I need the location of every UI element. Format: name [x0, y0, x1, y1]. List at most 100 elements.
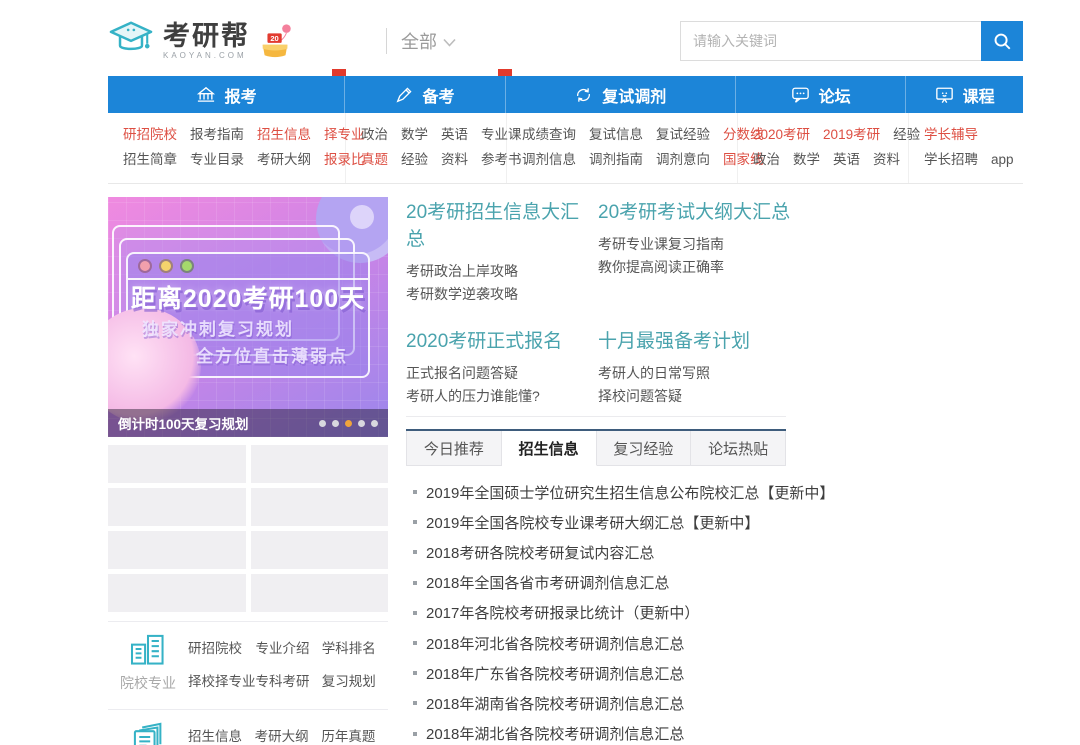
submenu-link[interactable]: 调剂指南	[589, 152, 643, 167]
submenu-link[interactable]: 真题	[361, 152, 388, 167]
category-link[interactable]: 招生信息	[188, 725, 255, 745]
submenu-link[interactable]: 招生简章	[123, 152, 177, 167]
submenu-link[interactable]: 研招院校	[123, 127, 177, 142]
carousel-dot[interactable]	[319, 420, 326, 427]
feature-link[interactable]: 正式报名问题答疑	[406, 362, 598, 385]
feature-title[interactable]: 2020考研正式报名	[406, 326, 598, 353]
submenu-link[interactable]: 政治	[753, 152, 780, 167]
screen-icon	[935, 86, 954, 104]
submenu-link[interactable]: 英语	[833, 152, 860, 167]
bullet-icon	[413, 520, 417, 524]
submenu-link[interactable]: 成绩查询	[522, 127, 576, 142]
tab-forum-hot[interactable]: 论坛热贴	[691, 431, 786, 466]
news-item[interactable]: 2017年各院校考研报录比统计（更新中）	[406, 598, 1023, 628]
window-titlebar	[128, 254, 368, 280]
submenu-forum: 2020考研2019考研经验 政治数学英语资料	[738, 113, 909, 183]
submenu-link[interactable]: app	[991, 152, 1014, 167]
carousel-dot-active[interactable]	[345, 420, 352, 427]
news-item[interactable]: 2019年全国各院校专业课考研大纲汇总【更新中】	[406, 507, 1023, 537]
bullet-icon	[413, 641, 417, 645]
submenu-link[interactable]: 英语	[441, 127, 468, 142]
nav-item-forum[interactable]: 论坛	[736, 76, 906, 113]
carousel-banner[interactable]: 距离2020考研100天 独家冲刺复习规划 全方位直击薄弱点 倒计时100天复习…	[108, 197, 388, 437]
nav-item-prepare[interactable]: 备考	[345, 76, 505, 113]
news-item[interactable]: 2018年广东省各院校考研调剂信息汇总	[406, 658, 1023, 688]
feature-link[interactable]: 考研专业课复习指南	[598, 233, 1023, 256]
svg-text:20: 20	[270, 34, 278, 43]
carousel-dot[interactable]	[358, 420, 365, 427]
submenu-link[interactable]: 调剂信息	[522, 152, 576, 167]
submenu-link[interactable]: 报考指南	[190, 127, 244, 142]
tab-admission-info[interactable]: 招生信息	[502, 431, 597, 466]
feature-title[interactable]: 十月最强备考计划	[598, 326, 1023, 353]
news-item[interactable]: 2018年湖南省各院校考研调剂信息汇总	[406, 688, 1023, 718]
search-category-label: 全部	[401, 28, 437, 54]
bullet-icon	[413, 490, 417, 494]
news-item[interactable]: 2018年湖北省各院校考研调剂信息汇总	[406, 719, 1023, 745]
feature-link[interactable]: 考研人的日常写照	[598, 362, 1023, 385]
category-link[interactable]: 学科排名	[322, 637, 388, 657]
nav-item-retest-adjust[interactable]: 复试调剂	[506, 76, 736, 113]
news-item[interactable]: 2018年河北省各院校考研调剂信息汇总	[406, 628, 1023, 658]
carousel-dot[interactable]	[332, 420, 339, 427]
submenu-course: 学长辅导 学长招聘 app	[909, 113, 1026, 183]
submenu-link[interactable]: 2020考研	[753, 127, 810, 142]
feature-link[interactable]: 考研人的压力谁能懂?	[406, 385, 598, 408]
category-link[interactable]: 研招院校	[188, 637, 256, 657]
submenu-link[interactable]: 经验	[401, 152, 428, 167]
placeholder-box	[251, 574, 389, 612]
submenu-link[interactable]: 招生信息	[257, 127, 311, 142]
search-category-dropdown[interactable]: 全部	[401, 28, 456, 54]
submenu-link[interactable]: 政治	[361, 127, 388, 142]
submenu-link[interactable]: 数学	[401, 127, 428, 142]
refresh-icon	[574, 86, 593, 104]
submenu-link[interactable]: 专业目录	[190, 152, 244, 167]
category-link[interactable]: 专业介绍	[256, 637, 322, 657]
news-item[interactable]: 2018考研各院校考研复试内容汇总	[406, 537, 1023, 567]
category-first-exam-link[interactable]: 考研初试	[108, 721, 188, 745]
nav-item-apply[interactable]: 报考	[108, 76, 345, 113]
tab-review-experience[interactable]: 复习经验	[597, 431, 692, 466]
submenu-link[interactable]: 数学	[793, 152, 820, 167]
logo-title: 考研帮	[163, 22, 250, 50]
red-notch-decoration	[498, 69, 512, 76]
chat-bubble-icon	[791, 86, 810, 104]
category-link[interactable]: 复习规划	[322, 670, 388, 690]
carousel-dot[interactable]	[371, 420, 378, 427]
right-column: 20考研招生信息大汇总 考研政治上岸攻略 考研数学逆袭攻略 20考研考试大纲大汇…	[406, 197, 1023, 745]
search-input[interactable]	[680, 21, 981, 61]
category-link[interactable]: 择校择专业	[188, 670, 256, 690]
category-link[interactable]: 专科考研	[256, 670, 322, 690]
site-logo[interactable]: 考研帮 KAOYAN.COM 20	[108, 18, 294, 65]
placeholder-box	[251, 445, 389, 483]
submenu-link[interactable]: 考研大纲	[257, 152, 311, 167]
placeholder-grid	[108, 445, 388, 612]
submenu-link[interactable]: 复试经验	[656, 127, 710, 142]
submenu-link[interactable]: 调剂意向	[656, 152, 710, 167]
category-link[interactable]: 历年真题	[321, 725, 388, 745]
category-link[interactable]: 考研大纲	[255, 725, 322, 745]
category-schools: 院校专业 研招院校 专业介绍 学科排名 择校择专业 专科考研 复习规划	[108, 621, 388, 700]
news-item[interactable]: 2019年全国硕士学位研究生招生信息公布院校汇总【更新中】	[406, 477, 1023, 507]
submenu-link[interactable]: 2019考研	[823, 127, 880, 142]
nav-label: 备考	[422, 83, 454, 107]
submenu-link[interactable]: 资料	[441, 152, 468, 167]
logo-text: 考研帮 KAOYAN.COM	[163, 22, 250, 60]
feature-cell: 20考研考试大纲大汇总 考研专业课复习指南 教你提高阅读正确率	[598, 197, 1023, 306]
feature-title[interactable]: 20考研考试大纲大汇总	[598, 197, 1023, 224]
feature-link[interactable]: 择校问题答疑	[598, 385, 1023, 408]
submenu-link[interactable]: 复试信息	[589, 127, 643, 142]
nav-item-course[interactable]: 课程	[906, 76, 1023, 113]
feature-link[interactable]: 考研数学逆袭攻略	[406, 283, 598, 306]
category-schools-link[interactable]: 院校专业	[108, 633, 188, 693]
submenu-link[interactable]: 学长招聘	[924, 152, 978, 167]
news-item[interactable]: 2018年全国各省市考研调剂信息汇总	[406, 568, 1023, 598]
feature-title[interactable]: 20考研招生信息大汇总	[406, 197, 598, 251]
feature-link[interactable]: 考研政治上岸攻略	[406, 260, 598, 283]
tab-today-recommend[interactable]: 今日推荐	[406, 431, 502, 466]
submenu-link[interactable]: 学长辅导	[924, 127, 978, 142]
nav-label: 报考	[225, 83, 257, 107]
feature-link[interactable]: 教你提高阅读正确率	[598, 256, 1023, 279]
search-button[interactable]	[981, 21, 1023, 61]
submenu-link[interactable]: 资料	[873, 152, 900, 167]
